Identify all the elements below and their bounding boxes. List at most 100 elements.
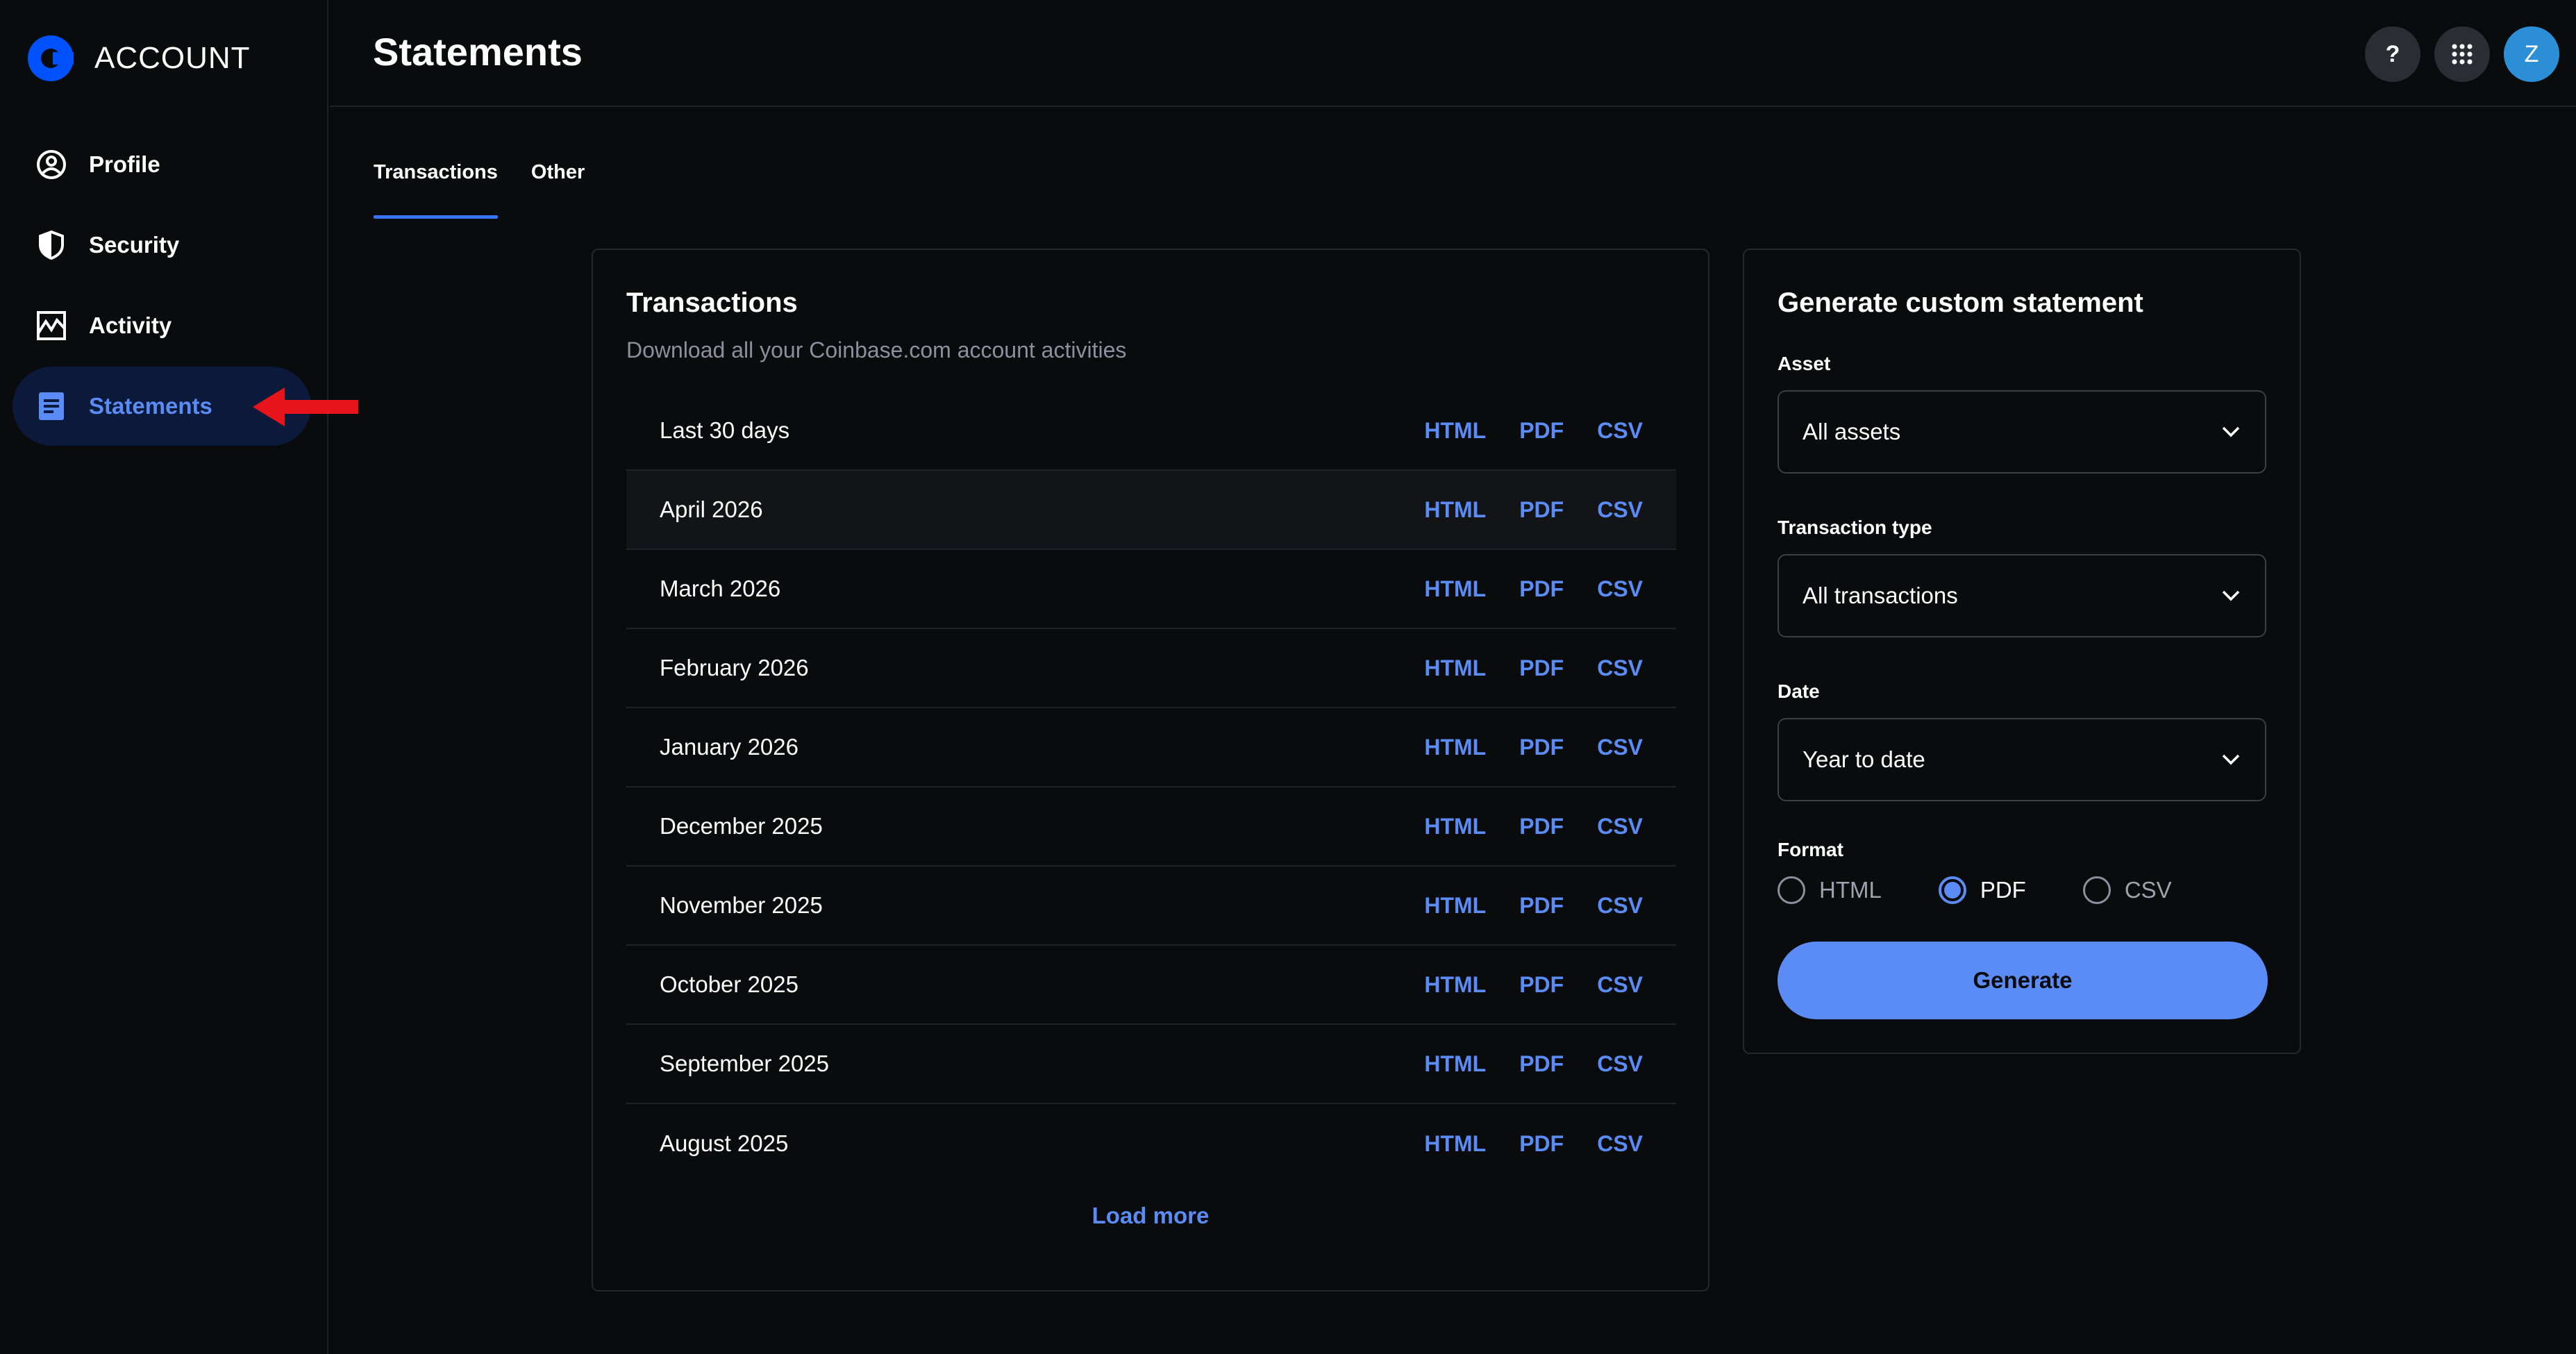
format-radio-pdf[interactable]: PDF [1938,876,2026,904]
download-csv-link[interactable]: CSV [1597,497,1643,523]
download-html-link[interactable]: HTML [1424,972,1486,998]
download-html-link[interactable]: HTML [1424,893,1486,919]
download-pdf-link[interactable]: PDF [1519,1131,1564,1157]
transaction-type-select[interactable]: All transactions [1778,554,2266,637]
user-circle-icon [36,149,67,180]
transactions-card: Transactions Download all your Coinbase.… [592,249,1709,1292]
download-csv-link[interactable]: CSV [1597,418,1643,444]
generate-title: Generate custom statement [1778,287,2143,318]
sidebar: ACCOUNT Profile Security Activity Statem… [0,0,358,1354]
radio-circle [2082,876,2111,904]
radio-circle [1778,876,1805,904]
download-html-link[interactable]: HTML [1424,418,1486,444]
download-pdf-link[interactable]: PDF [1519,497,1564,523]
download-csv-link[interactable]: CSV [1597,1131,1643,1157]
date-select[interactable]: Year to date [1778,718,2266,801]
page-header: Statements ? Z [330,0,2576,107]
format-radio-csv[interactable]: CSV [2082,876,2172,904]
statement-period: September 2025 [660,1051,830,1076]
download-csv-link[interactable]: CSV [1597,655,1643,681]
download-csv-link[interactable]: CSV [1597,814,1643,839]
transaction-type-value: All transactions [1803,583,1958,608]
radio-circle [1938,876,1966,904]
document-icon [36,391,67,421]
transaction-type-label: Transaction type [1778,517,1932,538]
tab-transactions[interactable]: Transactions [374,161,498,219]
statement-row: March 2026 HTML PDF CSV [626,550,1676,629]
statement-period: March 2026 [660,576,781,601]
download-html-link[interactable]: HTML [1424,497,1486,523]
statement-period: April 2026 [660,496,763,522]
download-pdf-link[interactable]: PDF [1519,893,1564,919]
apps-grid-button[interactable] [2434,26,2490,82]
brand-label: ACCOUNT [94,41,251,75]
statement-list: Last 30 days HTML PDF CSV April 2026 HTML PDF… [626,392,1676,1183]
asset-select[interactable]: All assets [1778,390,2266,474]
load-more-button[interactable]: Load more [593,1203,1708,1229]
date-value: Year to date [1803,746,1925,772]
sidebar-item-label: Statements [89,393,212,419]
format-label: Format [1778,839,1843,860]
sidebar-item-security[interactable]: Security [12,206,311,285]
radio-label: HTML [1819,877,1882,903]
sidebar-item-profile[interactable]: Profile [12,125,311,204]
download-pdf-link[interactable]: PDF [1519,418,1564,444]
statement-period: Last 30 days [660,417,790,443]
help-button[interactable]: ? [2365,26,2420,82]
generate-button[interactable]: Generate [1778,942,2268,1019]
transactions-subtitle: Download all your Coinbase.com account a… [626,337,1127,362]
brand[interactable]: ACCOUNT [28,35,251,81]
shield-icon [36,230,67,260]
statement-row: December 2025 HTML PDF CSV [626,787,1676,867]
statement-period: October 2025 [660,971,798,997]
download-html-link[interactable]: HTML [1424,1131,1486,1157]
asset-value: All assets [1803,419,1901,444]
chevron-down-icon [2222,754,2240,765]
sidebar-item-label: Profile [89,151,160,177]
download-pdf-link[interactable]: PDF [1519,814,1564,839]
sidebar-item-activity[interactable]: Activity [12,286,311,365]
download-csv-link[interactable]: CSV [1597,735,1643,760]
format-radio-html[interactable]: HTML [1778,876,1882,904]
chevron-down-icon [2222,590,2240,601]
chevron-down-icon [2222,426,2240,437]
statement-row: August 2025 HTML PDF CSV [626,1104,1676,1183]
generate-statement-card: Generate custom statement Asset All asse… [1743,249,2301,1054]
coinbase-logo-icon [28,35,74,81]
statement-period: August 2025 [660,1130,789,1156]
tab-other[interactable]: Other [531,161,585,219]
download-pdf-link[interactable]: PDF [1519,1051,1564,1077]
statement-row: February 2026 HTML PDF CSV [626,629,1676,708]
download-html-link[interactable]: HTML [1424,1051,1486,1077]
statement-row: January 2026 HTML PDF CSV [626,708,1676,787]
download-pdf-link[interactable]: PDF [1519,972,1564,998]
annotation-arrow-icon [253,387,358,426]
radio-selected-dot [1943,882,1961,899]
statement-tabs: Transactions Other [374,161,585,219]
download-pdf-link[interactable]: PDF [1519,655,1564,681]
download-csv-link[interactable]: CSV [1597,576,1643,602]
download-csv-link[interactable]: CSV [1597,1051,1643,1077]
download-csv-link[interactable]: CSV [1597,972,1643,998]
download-csv-link[interactable]: CSV [1597,893,1643,919]
download-html-link[interactable]: HTML [1424,655,1486,681]
format-radio-group: HTML PDF CSV [1778,876,2229,904]
avatar[interactable]: Z [2504,26,2559,82]
statement-row: October 2025 HTML PDF CSV [626,946,1676,1025]
header-actions: ? Z [2365,26,2559,82]
sidebar-item-label: Security [89,232,180,258]
download-pdf-link[interactable]: PDF [1519,735,1564,760]
statement-row: April 2026 HTML PDF CSV [626,471,1676,550]
grid-icon [2452,44,2473,65]
page-title: Statements [373,30,583,74]
download-pdf-link[interactable]: PDF [1519,576,1564,602]
activity-chart-icon [36,310,67,341]
download-html-link[interactable]: HTML [1424,576,1486,602]
transactions-title: Transactions [626,287,798,318]
download-html-link[interactable]: HTML [1424,814,1486,839]
statement-period: January 2026 [660,734,798,760]
statement-period: November 2025 [660,892,823,918]
asset-label: Asset [1778,353,1831,374]
download-html-link[interactable]: HTML [1424,735,1486,760]
radio-label: CSV [2124,877,2172,903]
